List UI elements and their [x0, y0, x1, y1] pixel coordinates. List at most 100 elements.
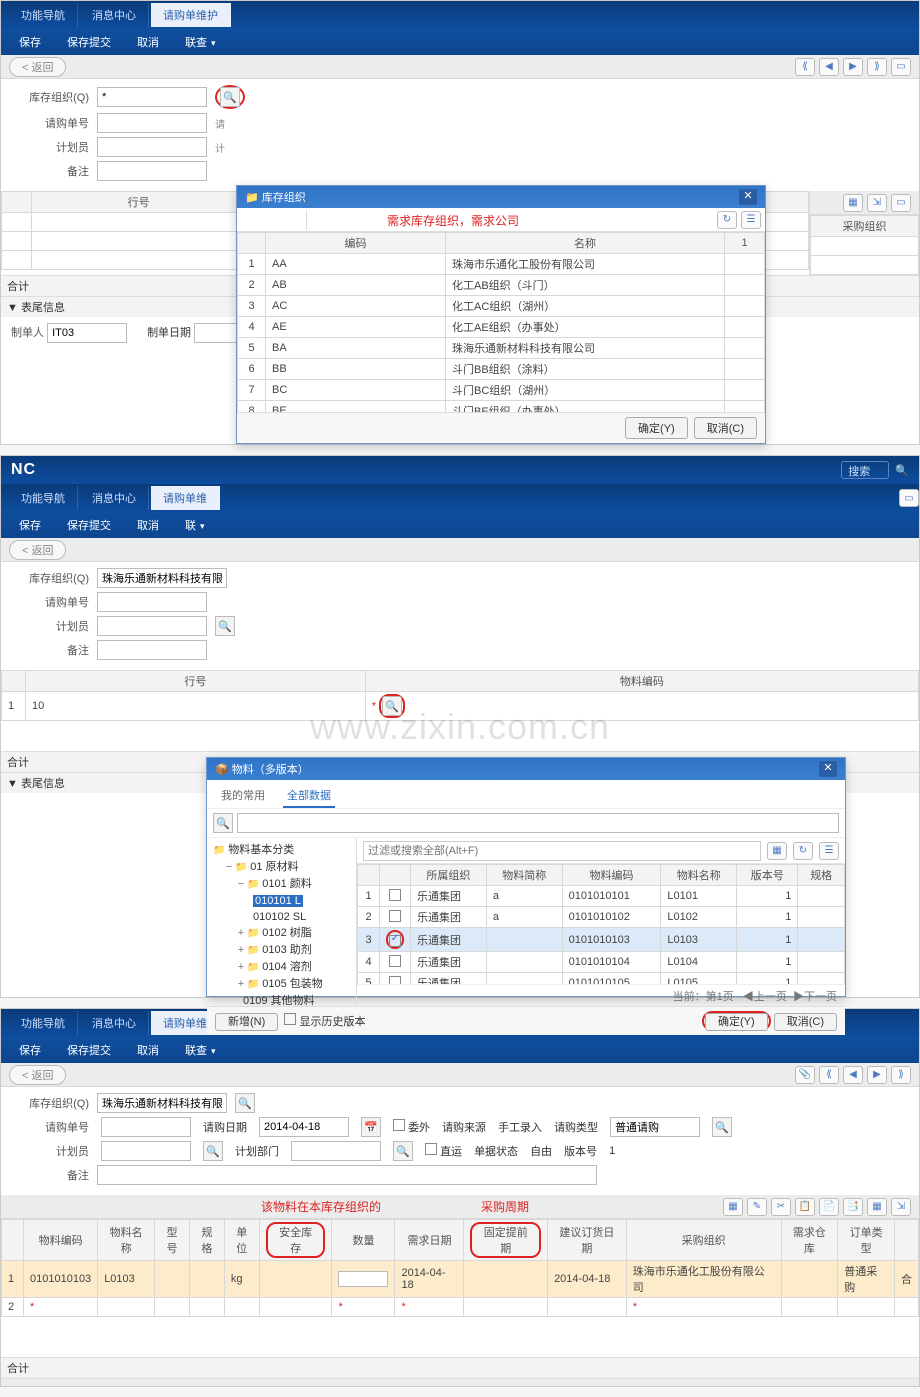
tb-icon2[interactable]: ✎	[747, 1198, 767, 1216]
table-row[interactable]	[811, 256, 919, 275]
calendar-icon[interactable]: 📅	[361, 1117, 381, 1137]
dept-search-button[interactable]: 🔍	[393, 1141, 413, 1161]
table-row[interactable]: 1 10 * 🔍	[2, 692, 919, 721]
mm-history-checkbox[interactable]	[284, 1013, 296, 1025]
tab-nav[interactable]: 功能导航	[9, 1011, 78, 1035]
type-input[interactable]	[610, 1117, 700, 1137]
po-no-input[interactable]	[97, 592, 207, 612]
table-row[interactable]: 7BC斗门BC组织（湖州）	[238, 380, 765, 401]
mat-search-button[interactable]: 🔍	[382, 696, 402, 716]
mm-tab-mine[interactable]: 我的常用	[217, 784, 269, 808]
table-row[interactable]: 8BE斗门BE组织（办事处）	[238, 401, 765, 413]
org-input[interactable]	[97, 87, 207, 107]
tb-icon4[interactable]: 📋	[795, 1198, 815, 1216]
back-button[interactable]: < 返回	[9, 1065, 66, 1085]
nav-prev-icon[interactable]: ◀	[819, 58, 839, 76]
planner-input[interactable]	[97, 137, 207, 157]
tab-po[interactable]: 请购单维	[151, 486, 220, 510]
remark-input[interactable]	[97, 1165, 597, 1185]
tb-icon5[interactable]: 📄	[819, 1198, 839, 1216]
mm-prev-page[interactable]: ◀上一页	[743, 991, 787, 1003]
save-submit-button[interactable]: 保存提交	[57, 1040, 121, 1060]
tb-icon7[interactable]: ▦	[867, 1198, 887, 1216]
save-button[interactable]: 保存	[9, 515, 51, 535]
outsource-checkbox[interactable]	[393, 1119, 405, 1131]
tree-0102[interactable]: 0102 树脂	[247, 927, 312, 939]
table-row[interactable]: 1AA珠海市乐通化工股份有限公司	[238, 254, 765, 275]
table-row[interactable]: 2 * * * *	[2, 1298, 919, 1317]
table-row[interactable]: 6BB斗门BB组织（涂料）	[238, 359, 765, 380]
tab-msg[interactable]: 消息中心	[80, 486, 149, 510]
save-submit-button[interactable]: 保存提交	[57, 32, 121, 52]
mm-filter-input[interactable]	[363, 841, 761, 861]
mm-col-icon[interactable]: ▦	[767, 842, 787, 860]
back-button[interactable]: < 返回	[9, 57, 66, 77]
cancel-button[interactable]: 取消	[127, 1040, 169, 1060]
tree-0104[interactable]: 0104 溶剂	[247, 961, 312, 973]
tree-root[interactable]: 物料基本分类	[213, 842, 350, 859]
nav-last-icon[interactable]: ⟫	[867, 58, 887, 76]
direct-checkbox[interactable]	[425, 1143, 437, 1155]
tree-0101[interactable]: 0101 颜料	[247, 878, 312, 890]
global-search[interactable]: 搜索	[841, 461, 889, 479]
table-row[interactable]: 5BA珠海乐通新材料科技有限公司	[238, 338, 765, 359]
link-check-button[interactable]: 联查	[175, 32, 226, 52]
tab-nav[interactable]: 功能导航	[9, 486, 78, 510]
tree-010102[interactable]: 010102 SL	[213, 909, 350, 925]
org-input[interactable]	[97, 1093, 227, 1113]
nav-next-icon[interactable]: ▶	[867, 1066, 887, 1084]
max-icon[interactable]: ▭	[891, 58, 911, 76]
dept-input[interactable]	[291, 1141, 381, 1161]
attach-icon[interactable]: 📎	[795, 1066, 815, 1084]
modal-cancel-button[interactable]: 取消(C)	[694, 417, 757, 439]
table-row[interactable]: 4乐通集团0101010104L01041	[358, 952, 845, 973]
po-no-input[interactable]	[97, 113, 207, 133]
save-button[interactable]: 保存	[9, 1040, 51, 1060]
link-check-button[interactable]: 联查	[175, 1040, 226, 1060]
tree-010101-selected[interactable]: 010101 L	[253, 895, 303, 907]
nav-first-icon[interactable]: ⟪	[795, 58, 815, 76]
tree-0105[interactable]: 0105 包装物	[247, 978, 323, 990]
planner-input[interactable]	[97, 616, 207, 636]
mm-close-button[interactable]: ✕	[819, 761, 837, 777]
tree-0103[interactable]: 0103 助剂	[247, 944, 312, 956]
save-submit-button[interactable]: 保存提交	[57, 515, 121, 535]
tab-po[interactable]: 请购单维护	[151, 3, 231, 27]
save-button[interactable]: 保存	[9, 32, 51, 52]
mm-tab-all[interactable]: 全部数据	[283, 784, 335, 808]
org-search-button[interactable]: 🔍	[220, 87, 240, 107]
modal-search-input[interactable]	[237, 210, 307, 230]
table-row[interactable]	[811, 237, 919, 256]
cancel-button[interactable]: 取消	[127, 515, 169, 535]
modal-ok-button[interactable]: 确定(Y)	[625, 417, 688, 439]
export-icon[interactable]: ⇲	[867, 194, 887, 212]
grid-icon[interactable]: ▦	[843, 194, 863, 212]
tab-nav[interactable]: 功能导航	[9, 3, 78, 27]
back-button[interactable]: < 返回	[9, 540, 66, 560]
po-no-input[interactable]	[101, 1117, 191, 1137]
planner-input[interactable]	[101, 1141, 191, 1161]
tb-icon1[interactable]: ▦	[723, 1198, 743, 1216]
type-search-button[interactable]: 🔍	[712, 1117, 732, 1137]
mm-ok-button[interactable]: 确定(Y)	[705, 1013, 768, 1031]
tab-msg[interactable]: 消息中心	[80, 3, 149, 27]
mm-local-search-icon[interactable]: 🔍	[213, 813, 233, 833]
mm-local-search-input[interactable]	[237, 813, 839, 833]
table-row[interactable]: 3AC化工AC组织（湖州）	[238, 296, 765, 317]
org-search-button[interactable]: 🔍	[235, 1093, 255, 1113]
remark-input[interactable]	[97, 640, 207, 660]
mm-next-page[interactable]: ▶下一页	[793, 991, 837, 1003]
table-row[interactable]: 2AB化工AB组织（斗门）	[238, 275, 765, 296]
qty-input[interactable]	[338, 1271, 388, 1287]
tb-icon6[interactable]: 📑	[843, 1198, 863, 1216]
org-input[interactable]	[97, 568, 227, 588]
nav-prev-icon[interactable]: ◀	[843, 1066, 863, 1084]
material-tree[interactable]: 物料基本分类 −01 原材料 −0101 颜料 010101 L 010102 …	[207, 838, 357, 1006]
table-row[interactable]: 5乐通集团0101010105L01051	[358, 973, 845, 985]
refresh-icon[interactable]: ↻	[717, 211, 737, 229]
mm-refresh-icon[interactable]: ↻	[793, 842, 813, 860]
nav-last-icon[interactable]: ⟫	[891, 1066, 911, 1084]
table-row[interactable]: 3乐通集团0101010103L01031	[358, 928, 845, 952]
list-icon[interactable]: ☰	[741, 211, 761, 229]
maximize-icon[interactable]: ▭	[891, 194, 911, 212]
